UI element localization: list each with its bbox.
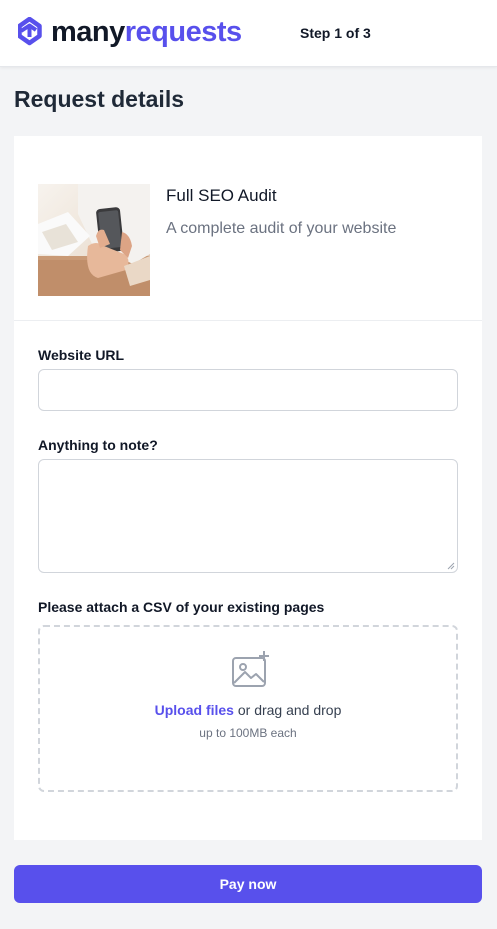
logo-word-many: many: [51, 16, 125, 48]
image-add-icon: [232, 651, 269, 687]
logo-text: manyrequests: [51, 17, 242, 47]
product-description: A complete audit of your website: [166, 220, 397, 237]
logo[interactable]: manyrequests: [18, 17, 242, 47]
website-url-input[interactable]: [38, 369, 458, 411]
upload-instructions: Upload files or drag and drop: [40, 702, 456, 718]
product-name: Full SEO Audit: [166, 186, 277, 205]
logo-word-requests: requests: [124, 16, 242, 48]
logo-mark-icon: [18, 17, 42, 46]
request-form-card: Full SEO Audit A complete audit of your …: [14, 136, 482, 840]
website-url-label: Website URL: [38, 347, 125, 363]
product-photo: [38, 184, 150, 296]
notes-label: Anything to note?: [38, 437, 158, 453]
page-title: Request details: [14, 86, 184, 112]
product-image: [38, 184, 150, 296]
upload-size-hint: up to 100MB each: [199, 726, 297, 740]
top-bar: manyrequests Step 1 of 3: [0, 0, 497, 67]
drag-drop-text: or drag and drop: [233, 702, 342, 718]
step-indicator: Step 1 of 3: [300, 25, 371, 41]
attachment-label: Please attach a CSV of your existing pag…: [38, 599, 325, 615]
file-dropzone[interactable]: Upload files or drag and drop up to 100M…: [38, 625, 458, 792]
pay-now-button[interactable]: Pay now: [14, 865, 482, 903]
notes-textarea[interactable]: [38, 459, 458, 573]
resize-handle-icon[interactable]: [447, 562, 455, 570]
product-summary: Full SEO Audit A complete audit of your …: [14, 136, 482, 321]
upload-files-link[interactable]: Upload files: [155, 702, 234, 718]
